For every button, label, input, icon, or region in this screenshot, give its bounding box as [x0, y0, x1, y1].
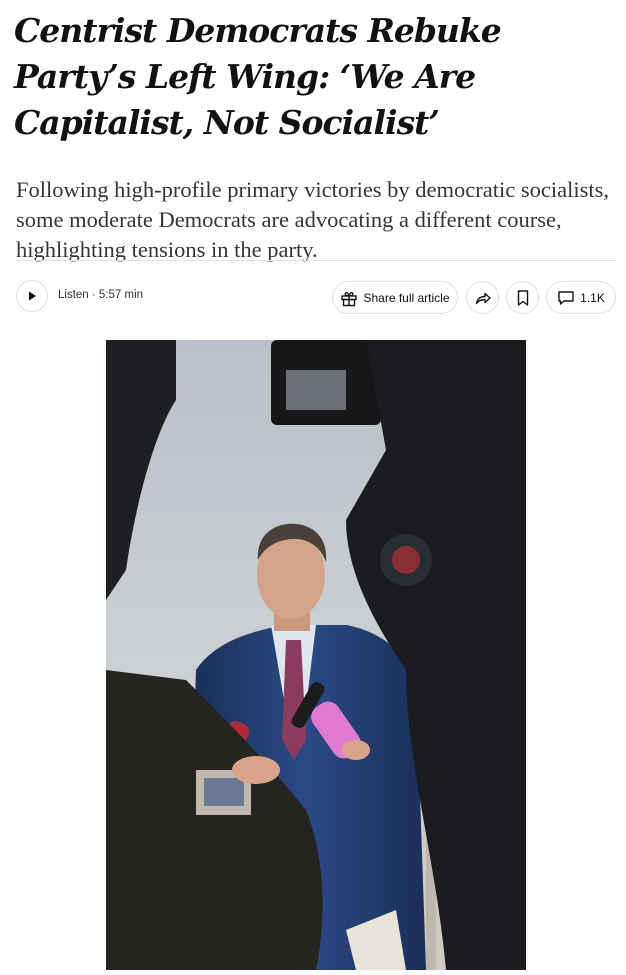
share-full-article-button[interactable]: Share full article: [332, 281, 458, 314]
share-arrow-icon: [475, 292, 491, 304]
gift-icon: [341, 291, 358, 306]
bookmark-icon: [517, 289, 528, 306]
listen-duration[interactable]: Listen · 5:57 min: [58, 289, 143, 301]
comments-button[interactable]: 1.1K: [546, 281, 616, 314]
divider: [16, 260, 616, 261]
article-headline: Centrist Democrats Rebuke Party’s Left W…: [14, 11, 502, 142]
comment-bubble-icon: [558, 290, 574, 305]
share-full-article-label: Share full article: [363, 290, 450, 305]
photo-illustration: [106, 340, 526, 970]
save-article-button[interactable]: [506, 281, 539, 314]
article-photo[interactable]: [106, 340, 526, 970]
listen-play-button[interactable]: [16, 280, 48, 312]
article-summary: Following high-profile primary victories…: [16, 176, 609, 262]
comments-count: 1.1K: [580, 290, 605, 305]
share-button[interactable]: [466, 281, 499, 314]
article-toolbar: Listen · 5:57 min Share full article 1.1…: [16, 279, 616, 315]
play-icon: [29, 291, 36, 301]
